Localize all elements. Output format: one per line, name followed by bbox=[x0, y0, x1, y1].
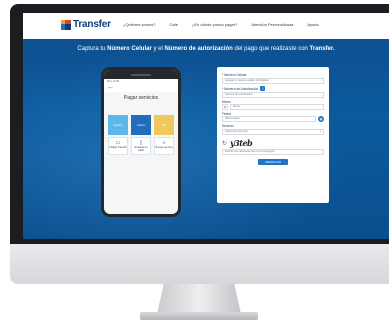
headline-bold-transfer: Transfer. bbox=[309, 46, 335, 52]
monitor-stand-base bbox=[140, 312, 258, 320]
chevron-down-icon: ▾ bbox=[319, 130, 321, 133]
captcha-image: y3teb bbox=[230, 138, 253, 148]
headline-text: y el bbox=[151, 46, 165, 52]
back-arrow-icon: ← bbox=[104, 84, 178, 92]
transfer-logo[interactable]: Transfer bbox=[61, 19, 111, 30]
calendar-icon[interactable]: ▦ bbox=[318, 116, 324, 122]
monitor-screen: Transfer ¿Quiénes somos? Café ¿En dónde … bbox=[23, 13, 389, 239]
phone-screen-title: Pagar servicios bbox=[123, 95, 159, 101]
headline-bold-celular: Número Celular bbox=[107, 46, 152, 52]
fecha-row: dd/mm/aaaa ▦ bbox=[222, 116, 324, 122]
top-navigation: Transfer ¿Quiénes somos? Café ¿En dónde … bbox=[23, 13, 389, 39]
nav-link-atencion[interactable]: Atención Personalizada bbox=[251, 22, 293, 27]
monto-input[interactable]: Monto bbox=[230, 104, 324, 110]
autorizacion-input[interactable]: Número de autorización bbox=[222, 92, 324, 98]
celular-label: * Número Celular bbox=[222, 73, 247, 77]
phone-mockup: Mov. 12:30 ← Pagar servicios Opción Acti… bbox=[101, 67, 181, 217]
phone-tile-view: Ver bbox=[154, 115, 174, 135]
nav-link-donde-pagar[interactable]: ¿En dónde puedo pagar? bbox=[192, 22, 237, 27]
nav-link-ayuda[interactable]: Ayuda bbox=[307, 22, 318, 27]
logo-mark-icon bbox=[61, 19, 71, 30]
captcha-input[interactable]: Escribe los caracteres que ve en la imag… bbox=[222, 149, 324, 155]
currency-symbol: $ bbox=[222, 104, 228, 110]
phone-tile-active: Activo bbox=[131, 115, 151, 135]
stage: Transfer ¿Quiénes somos? Café ¿En dónde … bbox=[0, 0, 389, 325]
phone-tile-codigo: ▭ Código Transfer bbox=[108, 137, 128, 155]
phone-top-bar bbox=[104, 70, 178, 79]
phone-tile-option: Opción bbox=[108, 115, 128, 135]
logo-text: Transfer bbox=[73, 19, 111, 30]
phone-tile-recarga: ▯ Recarga de saldo bbox=[131, 137, 151, 155]
payment-form-card: * Número Celular Agregar tu número celul… bbox=[217, 67, 329, 203]
servicio-select[interactable]: Selecciona Servicio ▾ bbox=[222, 129, 324, 135]
refresh-icon[interactable]: ↻ bbox=[222, 140, 227, 147]
tile-label: Código Transfer bbox=[109, 146, 127, 149]
tile-label: Buscar servicio bbox=[155, 146, 173, 149]
phone-tiles-secondary: ▭ Código Transfer ▯ Recarga de saldo ⌕ Busc… bbox=[104, 137, 178, 155]
celular-input[interactable]: Agregar tu número celular (10 dígitos) bbox=[222, 78, 324, 84]
phone-tile-buscar: ⌕ Buscar servicio bbox=[154, 137, 174, 155]
nav-link-cafe[interactable]: Café bbox=[169, 22, 177, 27]
fecha-input[interactable]: dd/mm/aaaa bbox=[222, 116, 316, 122]
servicio-label: Servicio bbox=[222, 124, 234, 128]
monto-row: $ Monto bbox=[222, 104, 324, 110]
verify-button[interactable]: VERIFICAR bbox=[258, 159, 288, 165]
autorizacion-label: * Número de Autorización? bbox=[222, 86, 324, 91]
help-icon[interactable]: ? bbox=[260, 86, 266, 91]
captcha-row: ↻ y3teb bbox=[222, 138, 324, 148]
autorizacion-label-text: * Número de Autorización bbox=[222, 86, 259, 91]
nav-links: ¿Quiénes somos? Café ¿En dónde puedo pag… bbox=[123, 22, 319, 27]
headline-bold-autorizacion: Número de autorización bbox=[164, 46, 233, 52]
headline-text: del pago que realizaste con bbox=[232, 46, 310, 52]
servicio-select-value: Selecciona Servicio bbox=[225, 130, 248, 133]
phone-speaker bbox=[131, 73, 151, 76]
headline-text: Captura tu bbox=[77, 46, 108, 52]
nav-link-quienes-somos[interactable]: ¿Quiénes somos? bbox=[123, 22, 155, 27]
tile-label: Recarga de saldo bbox=[134, 146, 148, 152]
monitor-chin bbox=[10, 244, 389, 284]
phone-tiles: Opción Activo Ver bbox=[104, 115, 178, 135]
monitor-stand-neck bbox=[157, 284, 241, 314]
page-headline: Captura tu Número Celular y el Número de… bbox=[23, 46, 389, 52]
